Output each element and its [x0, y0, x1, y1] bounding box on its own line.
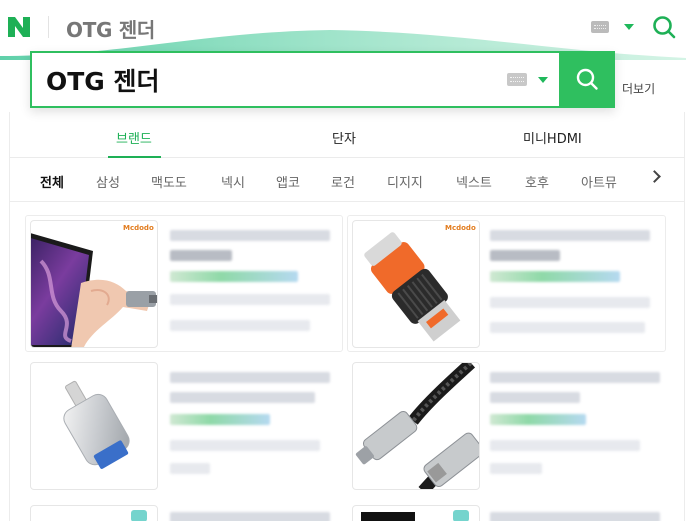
blurred-text — [490, 440, 640, 451]
blurred-text — [170, 230, 330, 241]
tab-mini-hdmi[interactable]: 미니HDMI — [523, 128, 582, 147]
blurred-text — [490, 230, 650, 241]
chip-hohu[interactable]: 호후 — [525, 172, 549, 191]
product-image — [355, 363, 479, 489]
product-image — [361, 512, 415, 521]
product-thumbnail[interactable] — [30, 362, 158, 490]
product-thumbnail[interactable]: Mcdodo — [352, 220, 480, 348]
search-input[interactable] — [46, 62, 486, 98]
blurred-text — [170, 372, 330, 383]
blurred-text — [490, 392, 580, 403]
blurred-text — [490, 512, 660, 521]
product-thumbnail[interactable] — [352, 505, 480, 521]
badge-icon — [453, 510, 469, 521]
keyboard-icon[interactable] — [507, 73, 527, 86]
blurred-text — [490, 250, 560, 261]
product-thumbnail[interactable] — [352, 362, 480, 490]
blurred-text — [170, 271, 298, 282]
chip-all[interactable]: 전체 — [40, 172, 64, 191]
brand-chips: 전체 삼성 맥도도 넥시 앱코 로건 디지지 넥스트 호후 아트뮤 — [10, 159, 685, 201]
chip-samsung[interactable]: 삼성 — [96, 172, 120, 191]
chip-logan[interactable]: 로건 — [331, 172, 355, 191]
chip-mcdodo[interactable]: 맥도도 — [151, 172, 187, 191]
search-button[interactable] — [559, 51, 615, 108]
brand-tag: Mcdodo — [123, 224, 154, 232]
chip-nexi[interactable]: 넥시 — [221, 172, 245, 191]
blurred-text — [490, 297, 650, 308]
brand-tag: Mcdodo — [445, 224, 476, 232]
blurred-text — [490, 463, 542, 474]
blurred-text — [170, 512, 330, 521]
product-thumbnail[interactable]: Mcdodo — [30, 220, 158, 348]
search-icon — [576, 68, 598, 90]
filter-tabs: 브랜드 단자 미니HDMI — [10, 112, 685, 158]
blurred-text — [490, 322, 645, 333]
blurred-text — [170, 250, 232, 261]
tab-brand[interactable]: 브랜드 — [116, 128, 152, 147]
chip-abko[interactable]: 앱코 — [276, 172, 300, 191]
badge-icon — [131, 510, 147, 521]
product-image — [364, 232, 461, 342]
chip-next[interactable]: 넥스트 — [456, 172, 492, 191]
product-image — [31, 233, 157, 347]
blurred-text — [490, 414, 586, 425]
chips-divider — [10, 201, 685, 202]
blurred-text — [170, 440, 320, 451]
blurred-text — [170, 320, 310, 331]
product-image — [63, 380, 130, 469]
blurred-text — [170, 392, 315, 403]
search-box — [30, 51, 615, 108]
blurred-text — [170, 294, 330, 305]
caret-down-icon[interactable] — [538, 77, 548, 83]
chip-digiji[interactable]: 디지지 — [387, 172, 423, 191]
chip-artmu[interactable]: 아트뮤 — [581, 172, 617, 191]
active-tab-indicator — [108, 156, 161, 158]
more-link[interactable]: 더보기 — [622, 80, 655, 97]
tab-terminal[interactable]: 단자 — [332, 128, 356, 147]
product-thumbnail[interactable] — [30, 505, 158, 521]
blurred-text — [490, 372, 660, 383]
blurred-text — [170, 414, 270, 425]
blurred-text — [170, 463, 210, 474]
blurred-text — [490, 271, 620, 282]
